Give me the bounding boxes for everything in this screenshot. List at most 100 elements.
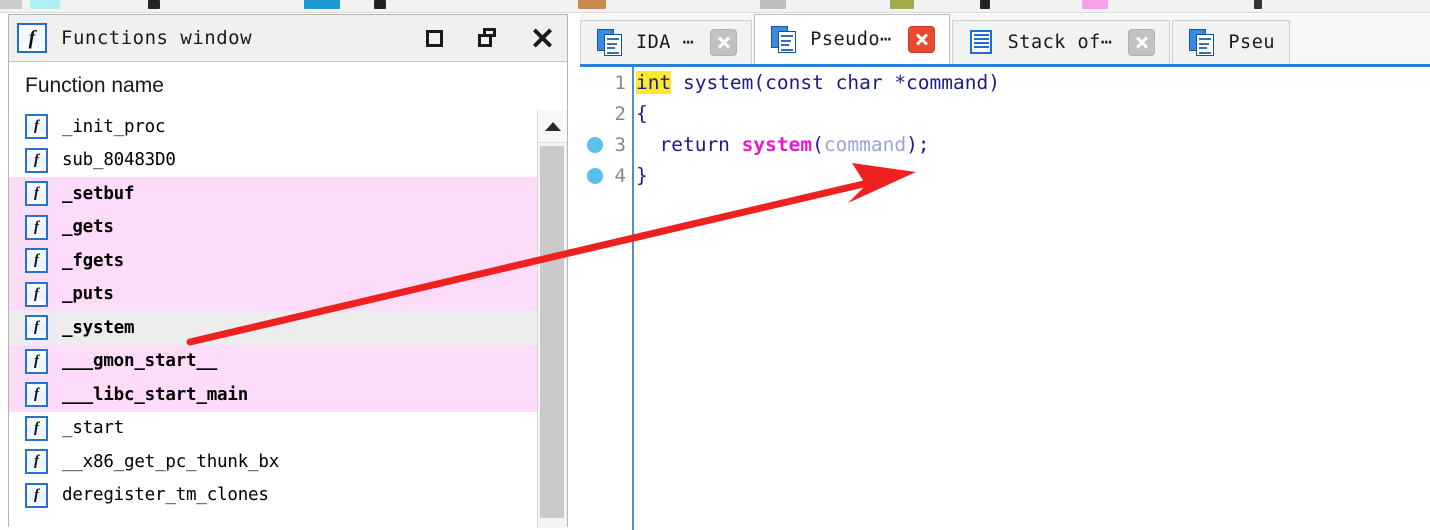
tab-icon-text-line <box>607 38 619 40</box>
tab-icon-text-line <box>781 48 794 51</box>
function-name-label: _system <box>62 317 135 338</box>
function-name-label: ___libc_start_main <box>62 384 249 405</box>
breakpoint-dot-icon[interactable] <box>587 168 603 184</box>
pseudocode-editor[interactable]: 1 int system(const char *command) 2{3 retu… <box>580 67 1430 530</box>
functions-window-titlebar[interactable]: f Functions window <box>9 15 567 62</box>
pseudocode-line[interactable]: 2{ <box>580 98 1430 129</box>
editor-tab[interactable]: Pseu <box>1172 20 1290 64</box>
toolbar-icon-4[interactable] <box>304 0 340 9</box>
toolbar-icon-5[interactable] <box>374 0 386 9</box>
tab-icon-front-page <box>1196 34 1215 56</box>
functions-window-panel: f Functions window Function name f _init_… <box>8 14 568 528</box>
pseudocode-line-text: return system(command); <box>628 133 930 156</box>
close-icon <box>717 36 730 49</box>
code-token: char <box>835 71 883 94</box>
tab-close-button[interactable] <box>1128 29 1156 56</box>
functions-list[interactable]: f _init_proc f sub_80483D0 f _setbuf f _gets f _f… <box>9 110 537 528</box>
function-list-row[interactable]: f __x86_get_pc_thunk_bx <box>9 445 537 479</box>
code-token: } <box>636 164 648 187</box>
function-f-glyph: f <box>34 185 39 202</box>
function-list-row[interactable]: f sub_80483D0 <box>9 144 537 178</box>
toolbar-icon-3[interactable] <box>148 0 160 9</box>
toolbar-icon-10[interactable] <box>1082 0 1108 9</box>
function-list-row[interactable]: f _fgets <box>9 244 537 278</box>
functions-list-scrollbar[interactable] <box>537 110 567 528</box>
function-list-row[interactable]: f _system <box>9 311 537 345</box>
code-token: { <box>636 102 648 125</box>
function-f-glyph: f <box>34 118 39 135</box>
code-token: return <box>636 133 742 156</box>
tab-icon-front-page <box>604 34 622 56</box>
toolbar-icon-6[interactable] <box>578 0 606 9</box>
top-toolbar-strip[interactable] <box>0 0 1430 13</box>
close-button[interactable] <box>529 25 555 51</box>
function-list-row[interactable]: f deregister_tm_clones <box>9 479 537 513</box>
function-f-icon: f <box>25 315 48 341</box>
window-controls <box>421 15 555 61</box>
function-f-glyph: f <box>34 386 39 403</box>
scrollbar-thumb[interactable] <box>540 146 564 518</box>
toolbar-icon-7[interactable] <box>760 0 786 9</box>
tab-icon-text-line <box>973 46 989 48</box>
pseudocode-line[interactable]: 3 return system(command); <box>580 129 1430 160</box>
function-f-glyph: f <box>34 151 39 168</box>
function-list-row[interactable]: f ___gmon_start__ <box>9 344 537 378</box>
toolbar-icon-1[interactable] <box>0 0 22 9</box>
code-token: system <box>741 133 813 156</box>
toolbar-icon-8[interactable] <box>890 0 914 9</box>
scroll-up-arrow-button[interactable] <box>538 110 567 143</box>
tab-label: IDA ⋯ <box>636 32 695 53</box>
function-f-glyph: f <box>34 252 39 269</box>
tab-icon-text-line <box>973 38 989 40</box>
tab-label: Pseu <box>1228 32 1275 53</box>
pseudocode-line[interactable]: 1 int system(const char *command) <box>580 67 1430 98</box>
functions-window-title: Functions window <box>61 27 253 49</box>
code-token: const <box>765 71 824 94</box>
editor-tab[interactable]: IDA ⋯ <box>580 20 753 64</box>
line-number: 2 <box>614 102 626 125</box>
tab-icon-text-line <box>1199 47 1208 49</box>
tab-label: Pseudo⋯ <box>810 29 892 50</box>
tab-icon-text-line <box>607 42 617 45</box>
function-list-row[interactable]: f _puts <box>9 277 537 311</box>
function-f-icon: f <box>25 281 48 307</box>
restore-icon <box>478 28 498 48</box>
restore-button[interactable] <box>475 25 501 51</box>
tab-icon-text-line <box>973 42 989 44</box>
function-f-glyph: f <box>34 486 39 503</box>
maximize-button[interactable] <box>421 25 447 51</box>
tab-icon-text-line <box>781 35 794 37</box>
editor-tab[interactable]: Pseudo⋯ <box>754 14 950 64</box>
tab-icon-front-page <box>778 31 797 53</box>
function-list-row[interactable]: f _setbuf <box>9 177 537 211</box>
function-f-icon: f <box>25 147 48 173</box>
pseudocode-line[interactable]: 4} <box>580 160 1430 191</box>
function-name-column-header[interactable]: Function name <box>9 62 567 110</box>
editor-tab[interactable]: Stack of⋯ <box>951 20 1171 64</box>
function-list-row[interactable]: f ___libc_start_main <box>9 378 537 412</box>
function-list-row[interactable]: f _init_proc <box>9 110 537 144</box>
function-name-label: ___gmon_start__ <box>62 351 218 372</box>
breakpoint-dot-icon[interactable] <box>587 137 603 153</box>
maximize-icon <box>425 29 443 47</box>
code-token: ); <box>906 133 930 156</box>
function-f-icon: f <box>25 449 48 475</box>
function-f-icon: f <box>17 23 47 53</box>
tab-close-button[interactable] <box>907 26 935 53</box>
function-f-glyph: f <box>34 218 39 235</box>
function-name-label: deregister_tm_clones <box>62 485 269 506</box>
toolbar-icon-9[interactable] <box>980 0 990 9</box>
editor-tabstrip: IDA ⋯ Pseudo⋯ Stack of⋯ Pseu <box>580 14 1430 67</box>
function-f-icon: f <box>25 248 48 274</box>
function-list-row[interactable]: f _gets <box>9 210 537 244</box>
function-list-row[interactable]: f _start <box>9 412 537 446</box>
toolbar-icon-2[interactable] <box>30 0 60 9</box>
tab-icon-text-line <box>1199 38 1212 40</box>
function-name-label: _setbuf <box>62 183 135 204</box>
toolbar-icon-11[interactable] <box>1254 0 1262 9</box>
tab-icon-text-line <box>781 39 791 42</box>
tab-close-button[interactable] <box>710 29 738 56</box>
pseudocode-line-text: int system(const char *command) <box>628 71 1000 94</box>
function-f-icon: f <box>25 415 48 441</box>
